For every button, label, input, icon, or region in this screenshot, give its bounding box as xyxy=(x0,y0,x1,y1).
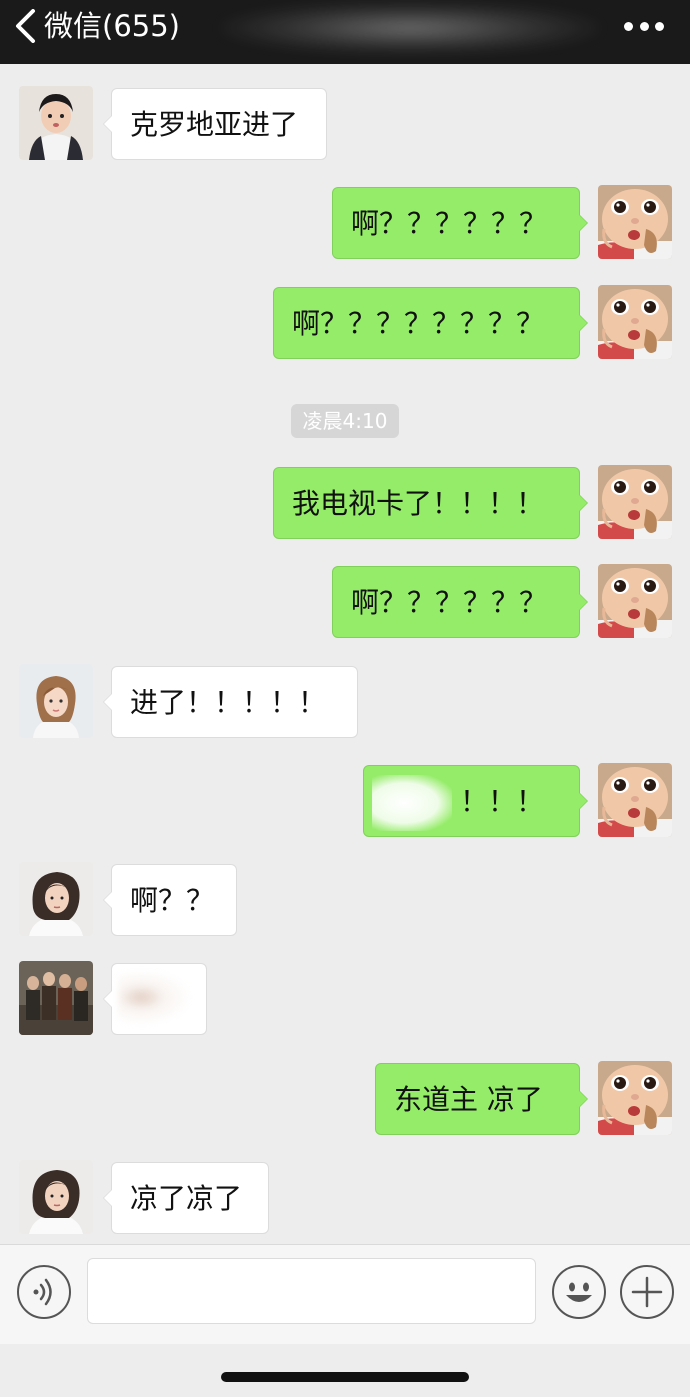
avatar-woman[interactable] xyxy=(19,664,93,738)
emoji-button[interactable] xyxy=(552,1265,606,1319)
message-bubble[interactable]: 克罗地亚进了 xyxy=(103,88,327,160)
chat-screen: 微信(655) 克罗地亚进了 啊？？？？？？ 啊？？？？？？？？ 凌晨4:10 … xyxy=(0,0,690,1397)
redacted-content xyxy=(372,775,452,831)
message-input[interactable] xyxy=(87,1258,536,1324)
message-bubble[interactable]: 我电视卡了！！！！ xyxy=(273,467,588,539)
message-bubble[interactable]: 啊？？ xyxy=(103,864,237,936)
voice-button[interactable] xyxy=(17,1265,71,1319)
avatar-baby[interactable] xyxy=(598,564,672,638)
avatar-group[interactable] xyxy=(19,961,93,1035)
message-bubble[interactable]: 啊？？？？？？ xyxy=(332,187,588,259)
message-bubble[interactable]: 进了！！！！！ xyxy=(103,666,358,738)
more-dots-icon xyxy=(624,21,633,31)
message-row: 我电视卡了！！！！ xyxy=(0,465,690,541)
avatar-baby[interactable] xyxy=(598,185,672,259)
more-button[interactable] xyxy=(624,18,664,34)
message-row xyxy=(0,961,690,1037)
avatar-baby[interactable] xyxy=(598,285,672,359)
message-bubble[interactable]: 凉了凉了 xyxy=(103,1162,269,1234)
emoji-icon xyxy=(566,1282,592,1302)
message-bubble[interactable]: 啊？？？？？？？？ xyxy=(273,287,588,359)
message-row: 东道主 凉了 xyxy=(0,1061,690,1137)
message-bubble[interactable] xyxy=(103,963,207,1035)
back-label: 微信(655) xyxy=(44,9,180,43)
message-row: 啊？？？？？？ xyxy=(0,185,690,261)
chat-title-blurred xyxy=(220,2,600,54)
message-bubble[interactable]: 啊？？？？？？ xyxy=(332,566,588,638)
voice-icon xyxy=(33,1278,52,1306)
message-text: ！！！ xyxy=(460,785,545,818)
avatar-baby[interactable] xyxy=(598,763,672,837)
avatar-woman-2[interactable] xyxy=(19,862,93,936)
avatar-girl-kid[interactable] xyxy=(19,86,93,160)
message-row: 克罗地亚进了 xyxy=(0,86,690,162)
timestamp: 凌晨4:10 xyxy=(291,404,399,438)
avatar-baby[interactable] xyxy=(598,1061,672,1135)
chat-header: 微信(655) xyxy=(0,0,690,64)
message-row: 啊？？？？？？？？ xyxy=(0,285,690,361)
message-row: 啊？？？？？？ xyxy=(0,564,690,640)
plus-icon xyxy=(631,1276,663,1308)
message-bubble[interactable]: ！！！ xyxy=(363,765,588,837)
message-list[interactable]: 克罗地亚进了 啊？？？？？？ 啊？？？？？？？？ 凌晨4:10 我电视卡了！！！… xyxy=(0,64,690,1244)
message-bubble[interactable]: 东道主 凉了 xyxy=(375,1063,588,1135)
home-indicator xyxy=(221,1372,469,1382)
redacted-content xyxy=(118,972,196,1028)
chevron-left-icon xyxy=(16,9,35,43)
back-button[interactable]: 微信(655) xyxy=(14,6,180,46)
message-row: 啊？？ xyxy=(0,862,690,938)
plus-button[interactable] xyxy=(620,1265,674,1319)
input-bar xyxy=(0,1244,690,1344)
avatar-baby[interactable] xyxy=(598,465,672,539)
message-row: ！！！ xyxy=(0,763,690,839)
message-row: 凉了凉了 xyxy=(0,1160,690,1236)
message-row: 进了！！！！！ xyxy=(0,664,690,740)
avatar-woman-2[interactable] xyxy=(19,1160,93,1234)
